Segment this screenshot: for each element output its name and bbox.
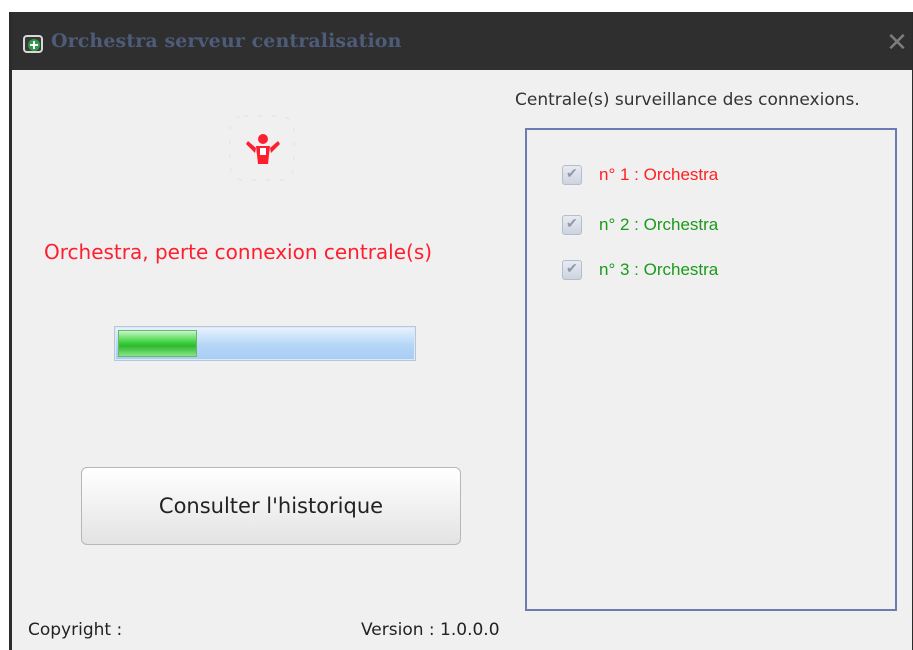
list-item-3[interactable]: ✔ n° 3 : Orchestra bbox=[562, 256, 718, 284]
person-alert-icon bbox=[229, 115, 295, 181]
list-item-2[interactable]: ✔ n° 2 : Orchestra bbox=[562, 211, 718, 239]
version-label: Version : 1.0.0.0 bbox=[361, 620, 500, 640]
checkbox[interactable]: ✔ bbox=[562, 260, 582, 280]
checkbox[interactable]: ✔ bbox=[562, 215, 582, 235]
progress-fill bbox=[118, 330, 197, 357]
window-title: Orchestra serveur centralisation bbox=[51, 30, 402, 52]
check-icon: ✔ bbox=[566, 260, 578, 276]
check-icon: ✔ bbox=[566, 165, 578, 181]
list-item-label: n° 2 : Orchestra bbox=[599, 215, 719, 234]
panel-label: Centrale(s) surveillance des connexions. bbox=[515, 90, 860, 110]
check-icon: ✔ bbox=[566, 215, 578, 231]
history-button[interactable]: Consulter l'historique bbox=[81, 467, 461, 545]
list-item-label: n° 1 : Orchestra bbox=[599, 165, 719, 184]
copyright-label: Copyright : bbox=[28, 620, 123, 640]
connections-list[interactable]: ✔ n° 1 : Orchestra ✔ n° 2 : Orchestra ✔ … bbox=[525, 128, 897, 611]
title-bar[interactable]: Orchestra serveur centralisation ✕ bbox=[12, 12, 912, 70]
checkbox[interactable]: ✔ bbox=[562, 165, 582, 185]
app-icon bbox=[23, 35, 43, 53]
list-item-label: n° 3 : Orchestra bbox=[599, 260, 719, 279]
main-window: Orchestra serveur centralisation ✕ Orche… bbox=[9, 12, 913, 650]
close-icon[interactable]: ✕ bbox=[882, 23, 912, 63]
progress-bar bbox=[114, 326, 416, 361]
list-item-1[interactable]: ✔ n° 1 : Orchestra bbox=[562, 161, 718, 189]
status-message: Orchestra, perte connexion centrale(s) bbox=[44, 240, 433, 264]
